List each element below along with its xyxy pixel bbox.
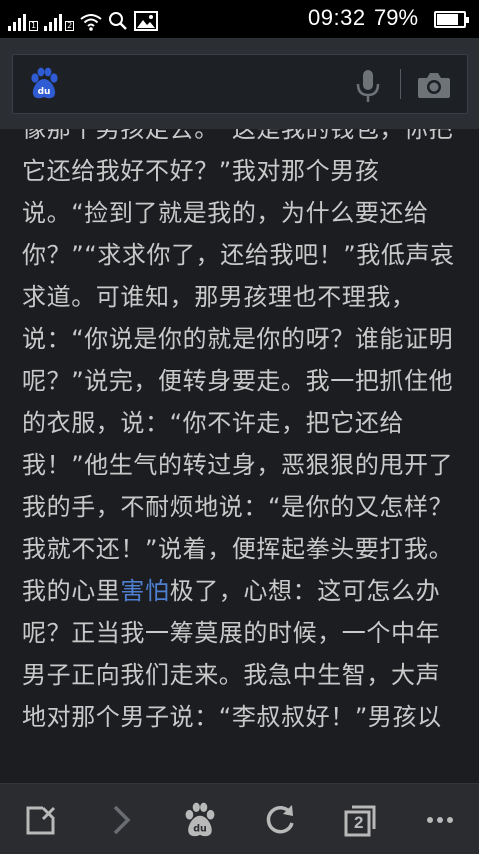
baidu-paw-icon: du [185, 802, 215, 837]
refresh-icon [266, 805, 294, 834]
forward-button[interactable] [101, 802, 141, 838]
refresh-button[interactable] [260, 802, 300, 838]
battery-icon [434, 11, 469, 28]
tabs-button[interactable]: 2 [340, 802, 380, 838]
svg-text:du: du [193, 824, 207, 835]
article-paragraph: 像那个男孩走去。“这是我的钱包，你把它还给我好不好？”我对那个男孩说。“捡到了就… [22, 129, 462, 738]
battery-percent: 79% [374, 5, 419, 30]
article-link[interactable]: 害怕 [120, 577, 169, 605]
home-button[interactable]: du [180, 802, 220, 838]
search-header: du [0, 38, 479, 129]
bottom-toolbar: du 2 [0, 783, 479, 854]
wifi-icon [80, 14, 102, 31]
svg-text:du: du [38, 87, 51, 97]
microphone-icon[interactable] [355, 69, 381, 103]
chevron-right-icon [113, 805, 131, 835]
battery-fill [437, 14, 458, 25]
close-page-icon [26, 806, 56, 835]
search-input[interactable]: du [12, 54, 468, 114]
article-text: 像那个男孩走去。“这是我的钱包，你把它还给我好不好？”我对那个男孩说。“捡到了就… [22, 129, 455, 605]
status-icons: 1 2 [8, 7, 159, 31]
status-bar: 1 2 09:32 79% [0, 0, 479, 38]
clock: 09:32 [308, 5, 366, 30]
signal-2-icon: 2 [44, 14, 75, 31]
menu-button[interactable] [420, 802, 460, 838]
gallery-icon [134, 11, 159, 31]
search-status-icon [109, 12, 128, 30]
article-content: 像那个男孩走去。“这是我的钱包，你把它还给我好不好？”我对那个男孩说。“捡到了就… [0, 129, 479, 783]
signal-1-icon: 1 [8, 14, 39, 31]
camera-icon[interactable] [417, 71, 451, 99]
baidu-paw-icon[interactable]: du [27, 67, 61, 101]
more-icon [427, 817, 453, 823]
search-divider [400, 69, 401, 99]
close-page-button[interactable] [21, 802, 61, 838]
tab-count: 2 [354, 813, 364, 832]
